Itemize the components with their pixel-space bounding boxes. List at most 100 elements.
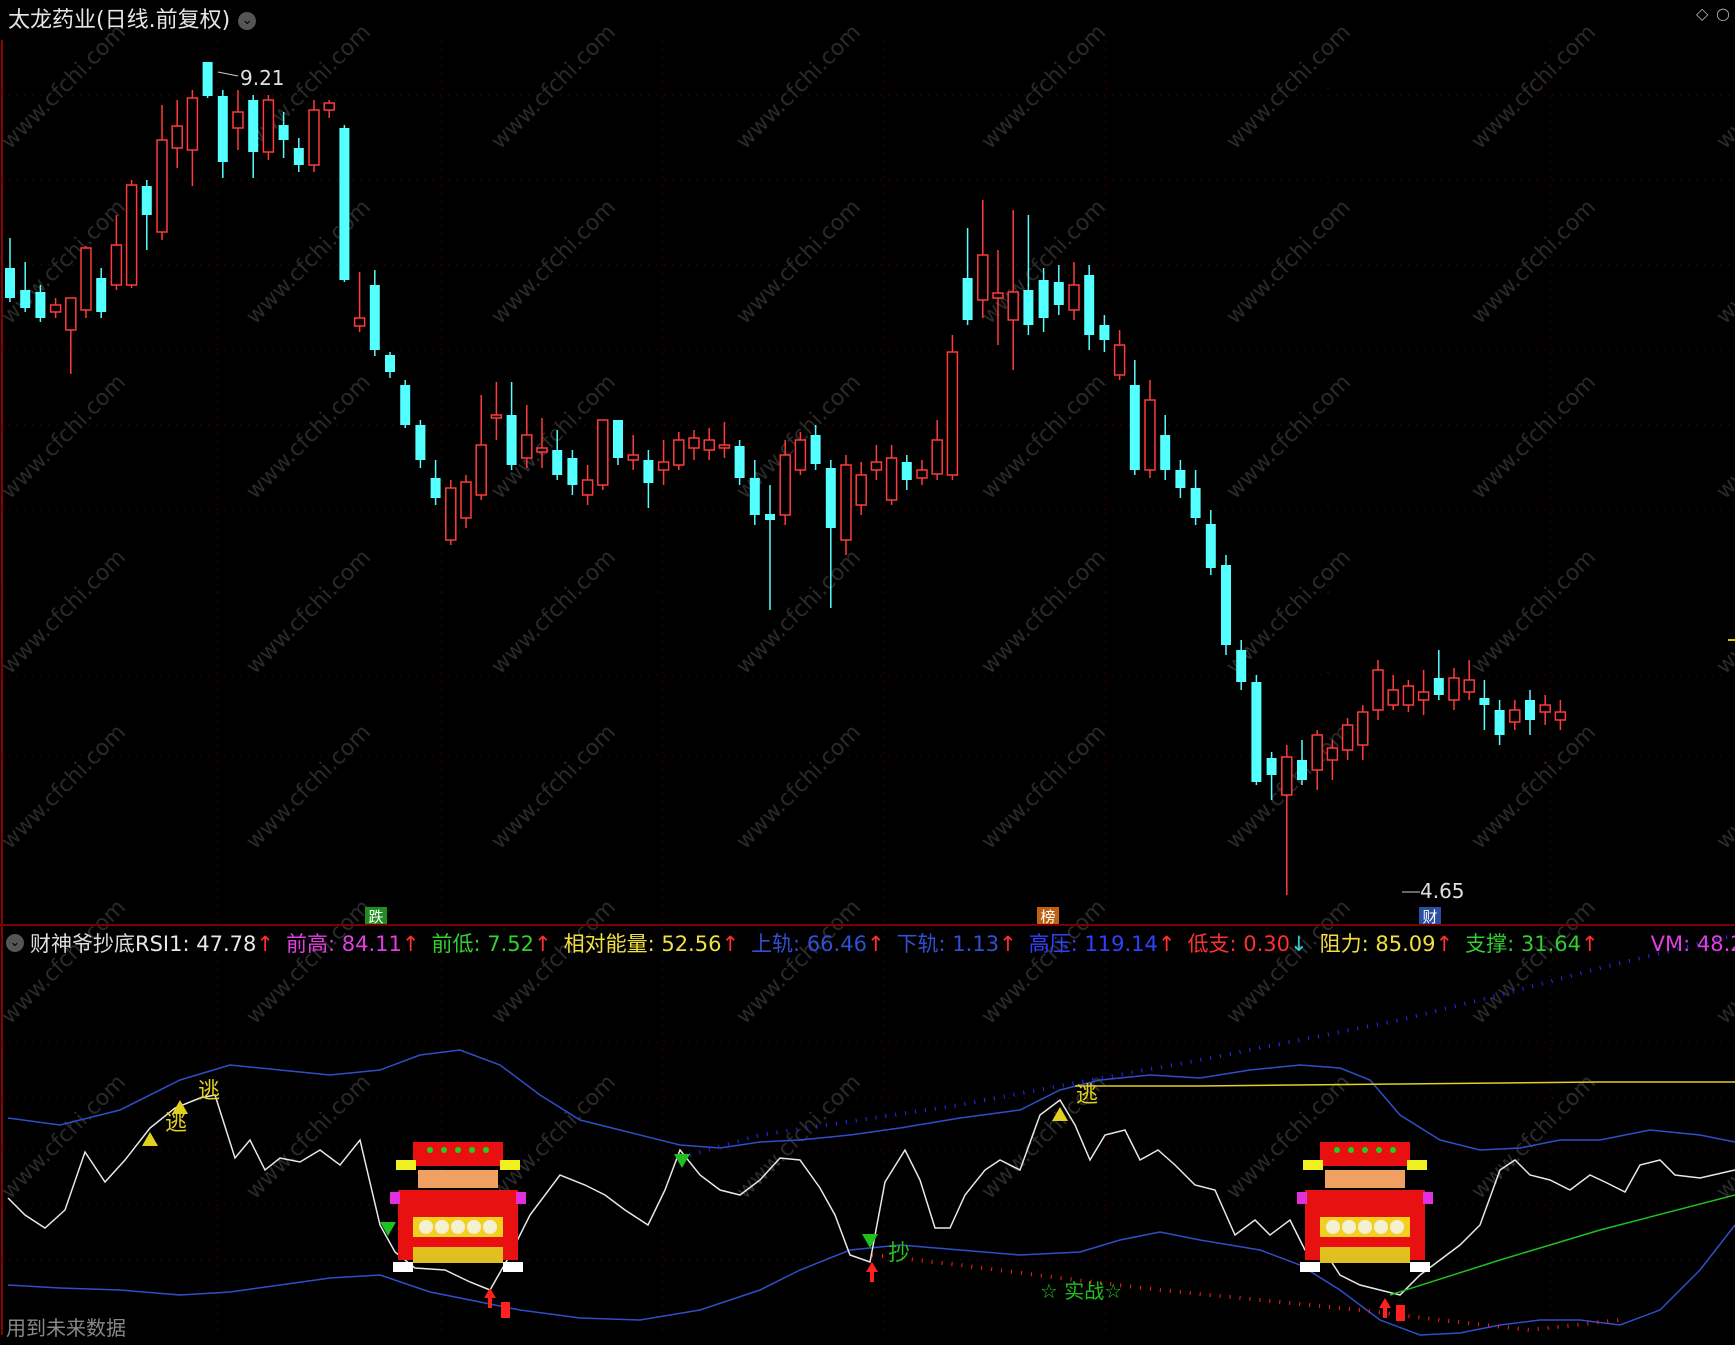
chevron-down-circle-icon[interactable]: ⌄ [238, 12, 257, 30]
indicator-value-item: 支撑: 31.64↑ [1465, 932, 1598, 956]
watermark-text: www.cfchi.com [0, 1070, 131, 1204]
watermark-text: www.cfchi.com [1467, 195, 1601, 329]
watermark-text: www.cfchi.com [1222, 895, 1356, 1029]
candle-body [1417, 691, 1430, 701]
indicator-values: RSI1: 47.78↑ 前高: 84.11↑ 前低: 7.52↑ 相对能量: 52.… [135, 928, 1735, 958]
watermark-text: www.cfchi.com [487, 195, 621, 329]
candle-body [916, 469, 928, 479]
watermark-text: www.cfchi.com [732, 1070, 866, 1204]
candle-body [475, 444, 487, 496]
icon-hat-dot [1362, 1147, 1368, 1153]
icon-face [418, 1170, 498, 1188]
candle-body [718, 444, 731, 449]
chart-canvas[interactable]: www.cfchi.com www.cfchi.com www.cfchi.com w… [0, 0, 1735, 1345]
money-bag-icon [435, 1220, 449, 1234]
icon-hat-dot [469, 1147, 475, 1153]
icon-foot [1410, 1262, 1430, 1272]
upper-band-line [7, 1049, 1735, 1151]
buy-arrow-icon [484, 1288, 496, 1298]
indicator-value-item: 下轨: 1.13↑ [897, 932, 1017, 956]
candle-body [445, 487, 457, 541]
candle-body [156, 139, 168, 233]
candle-body [992, 292, 1004, 299]
icon-hat [413, 1142, 503, 1166]
footer-note: 用到未来数据 [6, 1316, 126, 1340]
candle-body [901, 462, 912, 480]
candle-body [581, 479, 594, 496]
candle-body [1160, 435, 1171, 470]
icon-foot [503, 1262, 523, 1272]
icon-sleeve [390, 1192, 400, 1204]
indicator-value-item: RSI1: 47.78↑ [135, 932, 274, 956]
god-of-wealth-icon [1297, 1142, 1433, 1272]
trend-arrow-icon: ↑ [1581, 932, 1599, 956]
watermark-text: www.cfchi.com [977, 20, 1111, 154]
icon-hat-wing [396, 1160, 416, 1170]
escape-signal-label: 逃 [165, 1111, 187, 1136]
candle-body [1326, 747, 1339, 761]
icon-ingots [1320, 1247, 1410, 1263]
icon-face [1325, 1170, 1405, 1188]
candle-body [552, 450, 563, 475]
event-marker-text: 榜 [1040, 908, 1055, 926]
candle-body [521, 434, 533, 459]
trend-arrow-icon: ↑ [999, 932, 1017, 956]
escape-signal-label: 逃 [1076, 1083, 1098, 1108]
candle-body [765, 514, 775, 520]
candle-body [278, 125, 289, 140]
candle-body [840, 464, 852, 541]
candle-body [1236, 650, 1247, 682]
watermark-text: www.cfchi.com [977, 720, 1111, 854]
watermark-text: www.cfchi.com [242, 720, 376, 854]
candle-body [125, 184, 138, 286]
trend-arrow-icon: ↓ [1290, 932, 1308, 956]
watermark-text: www.cfchi.com [1712, 1070, 1735, 1204]
watermark-text: www.cfchi.com [1222, 195, 1356, 329]
icon-hat-wing [1303, 1160, 1323, 1170]
icon-hat-dot [1334, 1147, 1340, 1153]
candle-body [749, 478, 760, 515]
candle-body [1463, 679, 1475, 693]
indicator-value-item: 相对能量: 52.56↑ [564, 932, 739, 956]
candle-body [49, 304, 62, 313]
icon-sleeve [516, 1192, 526, 1204]
chart-title: 太龙药业(日线.前复权) ⌄ [8, 2, 257, 34]
candle-body [293, 148, 304, 165]
diamond-icon[interactable]: ◇ [1696, 4, 1708, 23]
buy-arrow-icon [1379, 1298, 1391, 1308]
circle-icon[interactable]: ○ [1716, 4, 1730, 23]
chevron-down-circle-icon[interactable]: ⌄ [6, 934, 24, 952]
candle-body [885, 457, 898, 501]
icon-ingots [413, 1247, 503, 1263]
watermark-text: www.cfchi.com [1222, 370, 1356, 504]
candle-body [35, 292, 46, 318]
icon-sleeve [1297, 1192, 1307, 1204]
watermark-text: www.cfchi.com [1712, 20, 1735, 154]
indicator-value-item: VM: 48.22↑ [1651, 932, 1735, 956]
candle-body [339, 128, 350, 280]
high-price-label: 9.21 [240, 66, 285, 90]
red-bar-marker [1396, 1305, 1405, 1321]
icon-hat-dot [455, 1147, 461, 1153]
indicator-value-text: 支撑: 31.64 [1465, 932, 1581, 956]
icon-foot [1300, 1262, 1320, 1272]
candle-body [977, 254, 989, 301]
candle-body [1129, 385, 1140, 470]
buy-triangle-icon [862, 1234, 878, 1248]
indicator-value-text: 相对能量: 52.56 [563, 932, 722, 956]
candle-body [1281, 756, 1293, 796]
indicator-value-item: 阻力: 85.09↑ [1320, 932, 1453, 956]
watermark-text: www.cfchi.com [732, 20, 866, 154]
resistance-dotted-line [679, 933, 1735, 1160]
candle-body [1175, 470, 1186, 488]
candle-body [567, 458, 578, 485]
candle-body [1099, 325, 1110, 340]
watermark-text: www.cfchi.com [1712, 545, 1735, 679]
candle-body [232, 111, 244, 129]
indicator-name: 财神爷抄底 [30, 932, 135, 956]
support-dotted-line [871, 1253, 1621, 1333]
indicator-value-text: 前低: 7.52 [431, 932, 534, 956]
watermark-text: www.cfchi.com [0, 20, 131, 154]
candle-body [1311, 734, 1323, 771]
candle-body [262, 99, 275, 153]
